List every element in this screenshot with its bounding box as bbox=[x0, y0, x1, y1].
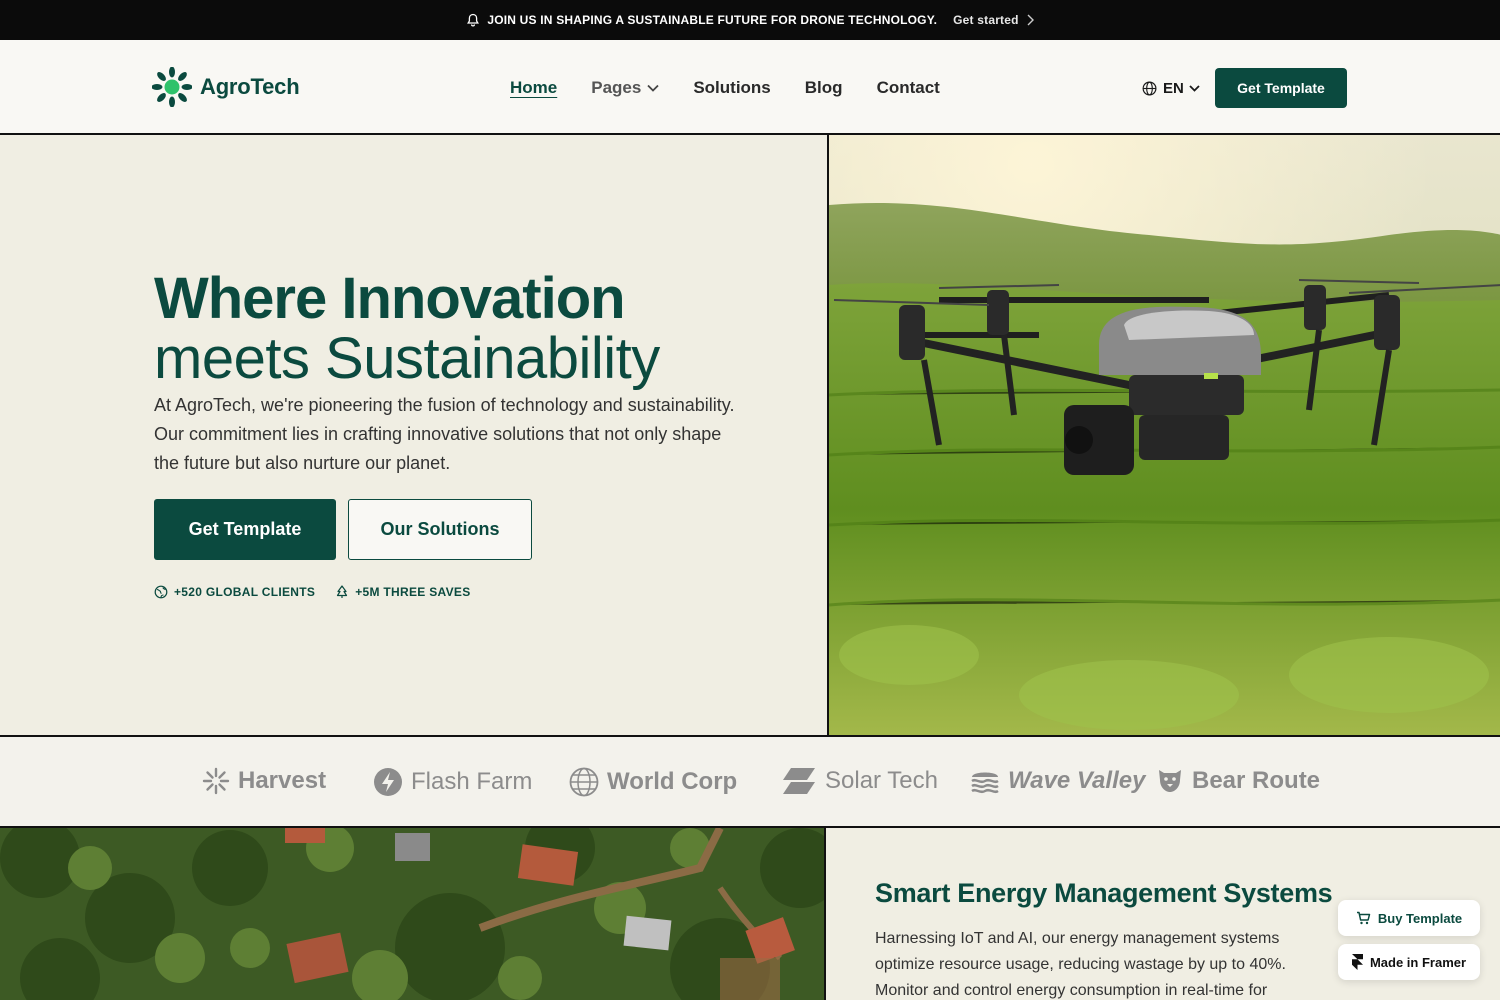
language-code: EN bbox=[1163, 80, 1184, 97]
partner-solar-tech: Solar Tech bbox=[781, 767, 938, 795]
language-selector[interactable]: EN bbox=[1142, 80, 1200, 97]
agrotech-logo-icon bbox=[152, 67, 192, 107]
bear-icon bbox=[1159, 770, 1181, 792]
get-template-button[interactable]: Get Template bbox=[154, 499, 336, 560]
framer-label: Made in Framer bbox=[1369, 954, 1467, 970]
wave-icon bbox=[971, 772, 999, 794]
main-nav: Home Pages Solutions Blog Contact bbox=[510, 78, 974, 98]
nav-home[interactable]: Home bbox=[510, 78, 557, 98]
chevron-down-icon bbox=[647, 84, 659, 92]
nav-solutions[interactable]: Solutions bbox=[693, 78, 770, 98]
partner-flash-farm: Flash Farm bbox=[373, 767, 532, 797]
nav-contact[interactable]: Contact bbox=[877, 78, 940, 98]
get-started-label: Get started bbox=[953, 13, 1019, 27]
lightning-icon bbox=[374, 768, 402, 796]
our-solutions-button[interactable]: Our Solutions bbox=[348, 499, 532, 560]
framer-logo-icon bbox=[1351, 954, 1363, 970]
chevron-right-icon bbox=[1027, 14, 1034, 26]
partner-logos: Harvest Flash Farm World Corp Solar Tech… bbox=[0, 735, 1500, 828]
cart-icon bbox=[1356, 911, 1371, 925]
tree-icon bbox=[337, 585, 348, 598]
nav-pages[interactable]: Pages bbox=[591, 78, 659, 98]
feature-description: Harnessing IoT and AI, our energy manage… bbox=[875, 930, 1286, 999]
globe-icon bbox=[569, 767, 599, 797]
partner-bear-route: Bear Route bbox=[1156, 767, 1320, 795]
site-header: AgroTech Home Pages Solutions Blog Conta… bbox=[0, 40, 1500, 135]
hero-title-line1: Where Innovation bbox=[154, 266, 626, 331]
globe-icon bbox=[1142, 81, 1157, 96]
hero-stats: +520 GLOBAL CLIENTS +5M THREE SAVES bbox=[154, 585, 491, 599]
header-get-template-button[interactable]: Get Template bbox=[1215, 68, 1347, 108]
aerial-forest-image bbox=[0, 828, 824, 1000]
chevron-down-icon bbox=[1189, 85, 1200, 92]
partner-name: Flash Farm bbox=[411, 768, 533, 795]
hero-description: At AgroTech, we're pioneering the fusion… bbox=[154, 395, 735, 473]
partner-wave-valley: Wave Valley bbox=[970, 767, 1145, 795]
nav-pages-label: Pages bbox=[591, 78, 642, 97]
hero-section: Where Innovation meets Sustainability At… bbox=[0, 135, 827, 735]
drone-field-illustration bbox=[829, 135, 1500, 735]
announcement-bar: JOIN US IN SHAPING A SUSTAINABLE FUTURE … bbox=[0, 0, 1500, 40]
hero-title-line2: meets Sustainability bbox=[154, 326, 660, 391]
stat-label: +520 GLOBAL CLIENTS bbox=[174, 585, 316, 599]
partner-world-corp: World Corp bbox=[569, 767, 737, 797]
partner-name: Bear Route bbox=[1192, 767, 1321, 794]
feature-title: Smart Energy Management Systems bbox=[875, 878, 1333, 908]
stat-global-clients: +520 GLOBAL CLIENTS bbox=[154, 585, 315, 599]
buy-template-button[interactable]: Buy Template bbox=[1338, 900, 1480, 936]
stat-label: +5M THREE SAVES bbox=[355, 585, 471, 599]
sunburst-icon bbox=[202, 767, 230, 795]
brand-name: AgroTech bbox=[200, 74, 300, 99]
hero-image-drone-field bbox=[827, 135, 1500, 735]
partner-name: Wave Valley bbox=[1008, 767, 1146, 794]
aerial-village-illustration bbox=[0, 828, 824, 1000]
solar-panel-icon bbox=[783, 768, 815, 794]
partner-harvest: Harvest bbox=[202, 767, 326, 795]
logo[interactable]: AgroTech bbox=[152, 67, 300, 107]
made-in-framer-badge[interactable]: Made in Framer bbox=[1338, 944, 1480, 980]
bell-icon bbox=[467, 13, 480, 27]
partner-name: Solar Tech bbox=[825, 767, 938, 794]
announcement-text: JOIN US IN SHAPING A SUSTAINABLE FUTURE … bbox=[487, 13, 938, 27]
get-started-link[interactable]: Get started bbox=[953, 13, 1034, 27]
stat-trees-saved: +5M THREE SAVES bbox=[335, 585, 470, 599]
buy-template-label: Buy Template bbox=[1377, 910, 1463, 926]
globe-icon bbox=[154, 585, 168, 599]
nav-blog[interactable]: Blog bbox=[805, 78, 843, 98]
partner-name: World Corp bbox=[607, 768, 738, 795]
partner-name: Harvest bbox=[238, 767, 327, 794]
